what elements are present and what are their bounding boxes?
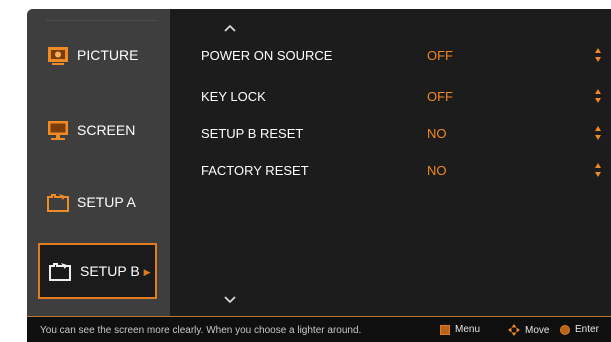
picture-icon — [47, 45, 69, 65]
help-text: You can see the screen more clearly. Whe… — [40, 325, 362, 336]
sidebar-item-label: SETUP A — [77, 194, 136, 210]
sidebar-item-setup-b[interactable]: SETUP B ▶ — [38, 243, 157, 299]
scroll-down-icon[interactable] — [223, 295, 237, 304]
up-down-arrows-icon[interactable] — [594, 125, 602, 141]
setting-name: KEY LOCK — [201, 89, 266, 104]
screen-icon — [47, 120, 69, 140]
sidebar-item-label: PICTURE — [77, 47, 139, 63]
setting-value: OFF — [427, 48, 453, 63]
setup-icon — [49, 261, 71, 281]
selected-arrow-icon: ▶ — [143, 267, 151, 277]
setting-row-factory-reset[interactable]: FACTORY RESET NO — [201, 163, 611, 183]
up-down-arrows-icon[interactable] — [594, 88, 602, 104]
setting-name: FACTORY RESET — [201, 163, 309, 178]
setting-row-power-on-source[interactable]: POWER ON SOURCE OFF — [201, 48, 611, 68]
setting-name: SETUP B RESET — [201, 126, 304, 141]
setting-name: POWER ON SOURCE — [201, 48, 333, 63]
up-down-arrows-icon[interactable] — [594, 162, 602, 178]
enter-key-hint: Enter — [560, 324, 599, 335]
up-down-arrows-icon[interactable] — [594, 47, 602, 63]
sidebar-divider — [46, 20, 156, 21]
setting-row-setup-b-reset[interactable]: SETUP B RESET NO — [201, 126, 611, 146]
sidebar-item-label: SETUP B ▶ — [80, 263, 151, 279]
sidebar: PICTURE SCREEN SETUP A SETUP B ▶ — [27, 9, 170, 316]
move-arrows-icon — [508, 324, 520, 336]
scroll-up-icon[interactable] — [223, 24, 237, 33]
sidebar-item-screen[interactable]: SCREEN — [27, 99, 170, 161]
move-key-hint: Move — [508, 324, 549, 336]
move-key-label: Move — [525, 324, 550, 336]
setting-row-key-lock[interactable]: KEY LOCK OFF — [201, 89, 611, 109]
menu-key-label: Menu — [455, 324, 481, 335]
sidebar-item-picture[interactable]: PICTURE — [27, 24, 170, 86]
sidebar-item-setup-a[interactable]: SETUP A — [27, 171, 170, 233]
setting-value: OFF — [427, 89, 453, 104]
menu-key-hint: Menu — [440, 324, 480, 335]
settings-panel: POWER ON SOURCE OFF KEY LOCK OFF SETUP B… — [170, 9, 611, 316]
enter-key-label: Enter — [575, 324, 599, 335]
setting-value: NO — [427, 126, 447, 141]
osd-menu: PICTURE SCREEN SETUP A SETUP B ▶ POWER O… — [27, 9, 611, 342]
enter-key-icon — [560, 324, 570, 335]
footer-bar: You can see the screen more clearly. Whe… — [27, 316, 611, 342]
menu-key-icon — [440, 324, 450, 335]
setting-value: NO — [427, 163, 447, 178]
sidebar-item-label: SCREEN — [77, 122, 136, 138]
setup-icon — [47, 192, 69, 212]
